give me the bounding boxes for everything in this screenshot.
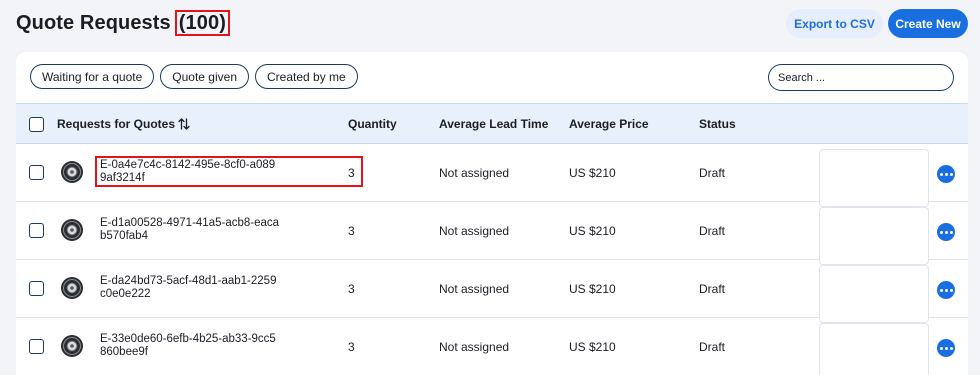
status-cell: Draft — [699, 166, 726, 180]
row-side-panel — [819, 265, 929, 323]
price-cell: US $210 — [569, 166, 616, 180]
table-row[interactable]: E-da24bd73-5acf-48d1-aab1-2259c0e0e222 3… — [16, 260, 968, 323]
column-header-requests[interactable]: Requests for Quotes — [57, 117, 175, 131]
tire-icon — [61, 335, 83, 357]
quote-requests-card: Waiting for a quote Quote given Created … — [16, 52, 968, 375]
quantity-cell: 3 — [348, 340, 355, 354]
request-id[interactable]: E-da24bd73-5acf-48d1-aab1-2259c0e0e222 — [100, 275, 280, 301]
filter-quote-given[interactable]: Quote given — [160, 64, 249, 89]
lead-time-cell: Not assigned — [439, 224, 510, 238]
table-row[interactable]: E-d1a00528-4971-41a5-acb8-eacab570fab4 3… — [16, 202, 968, 265]
price-cell: US $210 — [569, 282, 616, 296]
column-header-quantity: Quantity — [348, 117, 397, 131]
more-options-icon[interactable] — [937, 223, 955, 241]
highlight-box — [95, 156, 363, 187]
row-side-panel — [819, 207, 929, 265]
request-count-badge: (100) — [174, 10, 230, 36]
page-title-text: Quote Requests — [16, 11, 171, 34]
more-options-icon[interactable] — [937, 281, 955, 299]
lead-time-cell: Not assigned — [439, 340, 510, 354]
row-checkbox[interactable] — [29, 223, 44, 238]
column-header-status: Status — [699, 117, 736, 131]
search-input[interactable] — [768, 64, 954, 91]
sort-arrows-icon[interactable] — [178, 117, 190, 131]
filter-waiting-for-quote[interactable]: Waiting for a quote — [30, 64, 155, 89]
tire-icon — [61, 219, 83, 241]
row-side-panel — [819, 149, 929, 207]
select-all-checkbox[interactable] — [29, 117, 44, 132]
table-row[interactable]: E-33e0de60-6efb-4b25-ab33-9cc5860bee9f 3… — [16, 318, 968, 375]
lead-time-cell: Not assigned — [439, 166, 510, 180]
status-cell: Draft — [699, 340, 726, 354]
tire-icon — [61, 161, 83, 183]
row-side-panel — [819, 323, 929, 375]
row-checkbox[interactable] — [29, 281, 44, 296]
export-csv-button[interactable]: Export to CSV — [786, 9, 883, 38]
lead-time-cell: Not assigned — [439, 282, 510, 296]
tire-icon — [61, 277, 83, 299]
status-cell: Draft — [699, 282, 726, 296]
price-cell: US $210 — [569, 340, 616, 354]
row-checkbox[interactable] — [29, 339, 44, 354]
more-options-icon[interactable] — [937, 339, 955, 357]
price-cell: US $210 — [569, 224, 616, 238]
page-title: Quote Requests (100) — [16, 10, 230, 36]
more-options-icon[interactable] — [937, 165, 955, 183]
request-id[interactable]: E-d1a00528-4971-41a5-acb8-eacab570fab4 — [100, 217, 280, 243]
request-id[interactable]: E-33e0de60-6efb-4b25-ab33-9cc5860bee9f — [100, 333, 280, 359]
quantity-cell: 3 — [348, 282, 355, 296]
quantity-cell: 3 — [348, 224, 355, 238]
filter-chips: Waiting for a quote Quote given Created … — [30, 64, 358, 89]
filter-created-by-me[interactable]: Created by me — [255, 64, 358, 89]
table-header: Requests for Quotes Quantity Average Lea… — [16, 103, 968, 144]
column-header-price: Average Price — [569, 117, 649, 131]
row-checkbox[interactable] — [29, 165, 44, 180]
create-new-button[interactable]: Create New — [888, 9, 968, 38]
status-cell: Draft — [699, 224, 726, 238]
column-header-lead-time: Average Lead Time — [439, 117, 549, 131]
